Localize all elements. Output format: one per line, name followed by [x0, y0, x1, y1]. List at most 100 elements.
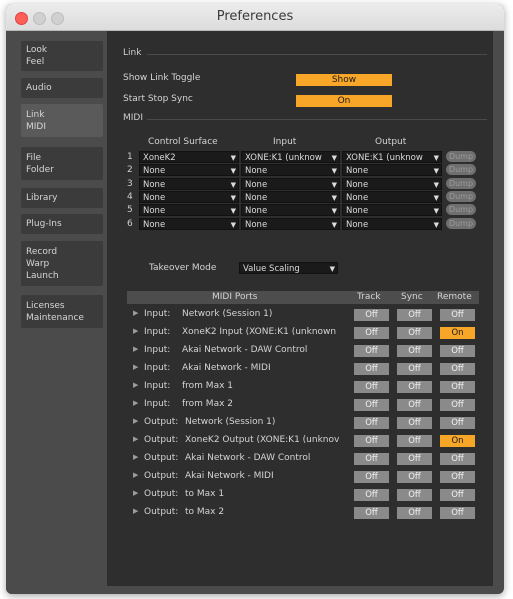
track-toggle-button[interactable]: Off — [354, 471, 389, 483]
remote-toggle-button[interactable]: Off — [440, 453, 475, 465]
expand-triangle-icon[interactable]: ▶ — [133, 435, 138, 443]
midi-input-dropdown[interactable]: None ▼ — [241, 164, 340, 177]
track-toggle-button[interactable]: Off — [354, 507, 389, 519]
midi-input-dropdown[interactable]: XONE:K1 (unknow ▼ — [241, 151, 340, 163]
expand-triangle-icon[interactable]: ▶ — [133, 327, 138, 335]
midi-input-dropdown[interactable]: None ▼ — [241, 204, 340, 217]
remote-toggle-button[interactable]: Off — [440, 471, 475, 483]
expand-triangle-icon[interactable]: ▶ — [133, 345, 138, 353]
control-surface-dropdown[interactable]: None ▼ — [139, 190, 239, 203]
track-toggle-button[interactable]: Off — [354, 489, 389, 501]
control-surface-dropdown[interactable]: XoneK2 ▼ — [139, 151, 239, 163]
track-toggle-button[interactable]: Off — [354, 417, 389, 429]
sidebar-item-look-feel[interactable]: Look Feel — [21, 41, 103, 71]
sidebar-item-licenses-maintenance[interactable]: Licenses Maintenance — [21, 295, 103, 328]
track-toggle-button[interactable]: Off — [354, 327, 389, 339]
sync-toggle-button[interactable]: Off — [397, 363, 432, 375]
midi-port-row: ▶ Output: Akai Network - DAW Control Off Off… — [127, 450, 479, 468]
sidebar-item-audio[interactable]: Audio — [21, 78, 103, 98]
midi-input-value: None — [245, 166, 268, 177]
midi-output-value: None — [346, 219, 369, 230]
midi-input-dropdown[interactable]: None ▼ — [241, 217, 340, 230]
control-surface-dropdown[interactable]: None ▼ — [139, 164, 239, 177]
track-toggle-button[interactable]: Off — [354, 453, 389, 465]
expand-triangle-icon[interactable]: ▶ — [133, 471, 138, 479]
midi-output-value: None — [346, 166, 369, 177]
sync-toggle-button[interactable]: Off — [397, 453, 432, 465]
track-toggle-button[interactable]: Off — [354, 363, 389, 375]
midi-output-dropdown[interactable]: None ▼ — [342, 164, 442, 177]
sync-toggle-button[interactable]: Off — [397, 435, 432, 447]
expand-triangle-icon[interactable]: ▶ — [133, 399, 138, 407]
track-toggle-button[interactable]: Off — [354, 309, 389, 321]
track-header: Track — [357, 292, 381, 302]
midi-output-dropdown[interactable]: None ▼ — [342, 177, 442, 190]
track-toggle-button[interactable]: Off — [354, 345, 389, 357]
track-toggle-button[interactable]: Off — [354, 399, 389, 411]
midi-output-dropdown[interactable]: XONE:K1 (unknow ▼ — [342, 151, 442, 163]
input-header: Input — [273, 137, 297, 147]
sync-toggle-button[interactable]: Off — [397, 327, 432, 339]
dump-button[interactable]: Dump — [446, 190, 476, 202]
sync-toggle-button[interactable]: Off — [397, 489, 432, 501]
remote-toggle-button[interactable]: Off — [440, 381, 475, 393]
midi-input-value: None — [245, 192, 268, 203]
dropdown-arrow-icon: ▼ — [433, 207, 439, 216]
takeover-mode-dropdown[interactable]: Value Scaling ▼ — [239, 262, 338, 274]
dump-button[interactable]: Dump — [446, 217, 476, 229]
start-stop-sync-button[interactable]: On — [296, 95, 392, 107]
remote-toggle-button[interactable]: Off — [440, 345, 475, 357]
remote-toggle-button[interactable]: Off — [440, 309, 475, 321]
sync-toggle-button[interactable]: Off — [397, 507, 432, 519]
expand-triangle-icon[interactable]: ▶ — [133, 363, 138, 371]
midi-section-label: MIDI — [123, 113, 144, 123]
expand-triangle-icon[interactable]: ▶ — [133, 489, 138, 497]
expand-triangle-icon[interactable]: ▶ — [133, 507, 138, 515]
dropdown-arrow-icon: ▼ — [329, 265, 335, 273]
expand-triangle-icon[interactable]: ▶ — [133, 453, 138, 461]
remote-toggle-button[interactable]: Off — [440, 363, 475, 375]
track-toggle-button[interactable]: Off — [354, 435, 389, 447]
midi-output-dropdown[interactable]: None ▼ — [342, 217, 442, 230]
takeover-mode-label: Takeover Mode — [149, 263, 217, 273]
remote-toggle-button[interactable]: Off — [440, 417, 475, 429]
remote-toggle-button[interactable]: Off — [440, 507, 475, 519]
midi-output-dropdown[interactable]: None ▼ — [342, 204, 442, 217]
sync-toggle-button[interactable]: Off — [397, 471, 432, 483]
midi-input-dropdown[interactable]: None ▼ — [241, 190, 340, 203]
midi-row-number: 6 — [127, 218, 133, 229]
sidebar-item-record-warp-launch[interactable]: Record Warp Launch — [21, 241, 103, 286]
remote-toggle-button[interactable]: On — [440, 435, 475, 447]
remote-toggle-button[interactable]: Off — [440, 399, 475, 411]
expand-triangle-icon[interactable]: ▶ — [133, 417, 138, 425]
control-surface-dropdown[interactable]: None ▼ — [139, 217, 239, 230]
midi-input-dropdown[interactable]: None ▼ — [241, 177, 340, 190]
dump-button[interactable]: Dump — [446, 177, 476, 189]
midi-port-row: ▶ Output: Network (Session 1) Off Off Off — [127, 414, 479, 432]
sync-toggle-button[interactable]: Off — [397, 417, 432, 429]
sidebar-item-plug-ins[interactable]: Plug-Ins — [21, 214, 103, 234]
control-surface-dropdown[interactable]: None ▼ — [139, 177, 239, 190]
track-toggle-button[interactable]: Off — [354, 381, 389, 393]
midi-port-row: ▶ Output: to Max 2 Off Off Off — [127, 504, 479, 522]
midi-output-dropdown[interactable]: None ▼ — [342, 190, 442, 203]
sync-toggle-button[interactable]: Off — [397, 309, 432, 321]
sidebar-item-library[interactable]: Library — [21, 188, 103, 208]
sync-toggle-button[interactable]: Off — [397, 345, 432, 357]
show-link-toggle-button[interactable]: Show — [296, 74, 392, 86]
control-surface-dropdown[interactable]: None ▼ — [139, 204, 239, 217]
midi-port-row: ▶ Input: from Max 1 Off Off Off — [127, 378, 479, 396]
expand-triangle-icon[interactable]: ▶ — [133, 309, 138, 317]
remote-toggle-button[interactable]: On — [440, 327, 475, 339]
sync-toggle-button[interactable]: Off — [397, 381, 432, 393]
sidebar-item-file-folder[interactable]: File Folder — [21, 147, 103, 180]
dump-button[interactable]: Dump — [446, 164, 476, 176]
dump-button[interactable]: Dump — [446, 151, 476, 162]
expand-triangle-icon[interactable]: ▶ — [133, 381, 138, 389]
port-direction: Input: — [144, 309, 171, 319]
sync-toggle-button[interactable]: Off — [397, 399, 432, 411]
section-divider — [147, 119, 487, 120]
remote-toggle-button[interactable]: Off — [440, 489, 475, 501]
sidebar-item-link-midi[interactable]: Link MIDI — [21, 104, 103, 137]
dump-button[interactable]: Dump — [446, 204, 476, 216]
